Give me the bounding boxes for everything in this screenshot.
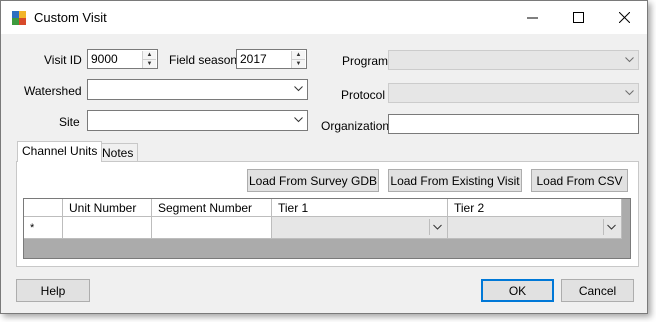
- ok-button[interactable]: OK: [481, 279, 554, 302]
- organization-label: Organization: [321, 119, 390, 133]
- load-from-csv-button[interactable]: Load From CSV: [531, 169, 628, 192]
- chevron-down-icon[interactable]: [294, 84, 303, 93]
- column-header-tier-1[interactable]: Tier 1: [272, 199, 448, 217]
- site-label: Site: [59, 115, 80, 129]
- new-row-unit-number-cell[interactable]: [63, 217, 152, 239]
- field-season-spinner[interactable]: 2017 ▲ ▼: [236, 49, 307, 69]
- program-combo[interactable]: [388, 50, 639, 70]
- site-combo[interactable]: [87, 110, 308, 131]
- close-icon: [618, 12, 630, 23]
- field-season-label: Field season: [169, 53, 238, 67]
- protocol-combo[interactable]: [388, 83, 639, 103]
- visit-id-spinner[interactable]: 9000 ▲ ▼: [87, 49, 158, 69]
- column-header-unit-number[interactable]: Unit Number: [63, 199, 152, 217]
- new-row-tier-1-cell[interactable]: [272, 217, 448, 239]
- window-title: Custom Visit: [34, 10, 107, 25]
- maximize-button[interactable]: [555, 1, 601, 34]
- visit-id-value[interactable]: 9000: [91, 52, 118, 66]
- column-header-tier-2[interactable]: Tier 2: [448, 199, 622, 217]
- title-bar[interactable]: Custom Visit: [1, 1, 647, 34]
- tab-channel-units[interactable]: Channel Units: [17, 141, 103, 162]
- watershed-label: Watershed: [24, 84, 82, 98]
- maximize-icon: [572, 12, 584, 23]
- tier-1-dropdown-button[interactable]: [429, 219, 445, 235]
- organization-field[interactable]: [388, 114, 639, 134]
- visit-id-label: Visit ID: [44, 53, 82, 67]
- protocol-label: Protocol: [341, 88, 386, 102]
- row-header-corner: [24, 199, 63, 217]
- minimize-button[interactable]: [509, 1, 555, 34]
- load-from-survey-gdb-button[interactable]: Load From Survey GDB: [247, 169, 379, 192]
- visit-id-spin-buttons[interactable]: ▲ ▼: [142, 51, 156, 68]
- help-button[interactable]: Help: [16, 279, 90, 302]
- field-season-spin-buttons[interactable]: ▲ ▼: [291, 51, 305, 68]
- app-icon: [12, 11, 26, 25]
- spin-up-icon[interactable]: ▲: [143, 51, 156, 60]
- channel-units-grid[interactable]: Unit Number Segment Number Tier 1 Tier 2…: [23, 198, 631, 259]
- new-row-indicator[interactable]: *: [24, 217, 63, 239]
- custom-visit-dialog: Custom Visit Visit ID 9000 ▲ ▼ Field sea…: [0, 0, 648, 314]
- tier-2-dropdown-button[interactable]: [603, 219, 619, 235]
- chevron-down-icon[interactable]: [294, 115, 303, 124]
- chevron-down-icon: [433, 224, 442, 230]
- spin-down-icon[interactable]: ▼: [143, 60, 156, 68]
- field-season-value[interactable]: 2017: [240, 52, 267, 66]
- minimize-icon: [526, 17, 538, 19]
- chevron-down-icon: [607, 224, 616, 230]
- watershed-combo[interactable]: [87, 79, 308, 100]
- load-from-existing-visit-button[interactable]: Load From Existing Visit: [388, 169, 522, 192]
- spin-up-icon[interactable]: ▲: [292, 51, 305, 60]
- program-label: Program: [342, 54, 389, 68]
- cancel-button[interactable]: Cancel: [561, 279, 634, 302]
- new-row-tier-2-cell[interactable]: [448, 217, 622, 239]
- tab-notes[interactable]: Notes: [97, 143, 139, 162]
- close-button[interactable]: [601, 1, 647, 34]
- spin-down-icon[interactable]: ▼: [292, 60, 305, 68]
- column-header-segment-number[interactable]: Segment Number: [152, 199, 272, 217]
- chevron-down-icon[interactable]: [625, 55, 634, 64]
- chevron-down-icon[interactable]: [625, 88, 634, 97]
- new-row-segment-number-cell[interactable]: [152, 217, 272, 239]
